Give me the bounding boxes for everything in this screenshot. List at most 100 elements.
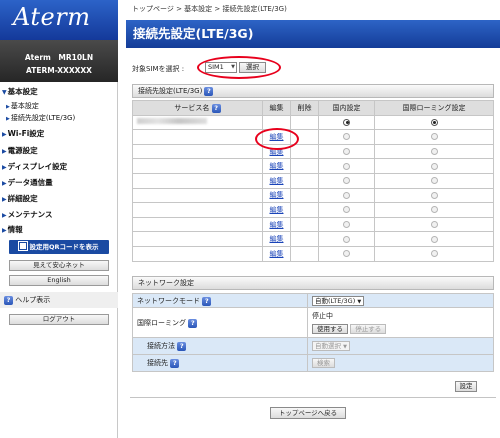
domestic-radio[interactable] — [343, 191, 350, 199]
domestic-radio[interactable] — [343, 206, 350, 214]
connection-method-label: 接続方法 ? — [132, 337, 308, 355]
show-qr-button[interactable]: 設定用QRコードを表示 — [9, 240, 109, 254]
edit-cell: 編集 — [262, 216, 291, 233]
delete-cell — [290, 172, 319, 189]
submenu-basic-settings[interactable]: ▶基本設定 — [6, 101, 39, 111]
table-row: 編集 — [132, 216, 494, 233]
col-delete: 削除 — [290, 100, 319, 116]
roaming-radio[interactable] — [430, 148, 438, 156]
roaming-radio[interactable] — [430, 118, 438, 126]
help-icon[interactable]: ? — [170, 359, 180, 368]
menu-advanced-settings[interactable]: ▶詳細設定 — [0, 193, 118, 205]
service-name-cell — [132, 172, 263, 189]
roaming-use-button[interactable]: 使用する — [312, 324, 348, 334]
menu-power-settings[interactable]: ▶電源設定 — [0, 145, 118, 157]
edit-link[interactable]: 編集 — [270, 162, 284, 170]
network-mode-select[interactable]: 自動(LTE/3G) ▼ — [312, 295, 365, 306]
menu-data-usage[interactable]: ▶データ通信量 — [0, 177, 118, 189]
edit-link[interactable]: 編集 — [270, 191, 284, 199]
english-button[interactable]: English — [9, 275, 109, 286]
model-info: Aterm MR10LN ATERM-XXXXXX — [0, 40, 118, 82]
mieru-anshin-net-button[interactable]: 見えて安心ネット — [9, 260, 109, 271]
edit-cell: 編集 — [262, 172, 291, 189]
domestic-radio-cell — [318, 158, 375, 174]
roaming-radio[interactable] — [430, 162, 438, 170]
menu-info[interactable]: ▶情報 — [0, 224, 118, 236]
table-row: 編集 — [132, 172, 494, 189]
service-name-cell — [132, 143, 263, 160]
menu-basic-settings[interactable]: ▼基本設定 — [0, 86, 118, 98]
breadcrumb: トップページ > 基本設定 > 接続先設定(LTE/3G) — [132, 5, 287, 13]
connection-method-select[interactable]: 自動選択 ▼ — [312, 341, 350, 351]
sidebar: Aterm Aterm MR10LN ATERM-XXXXXX ▼基本設定 ▶基… — [0, 0, 118, 438]
destination-cell: 検索 — [307, 354, 494, 372]
domestic-radio[interactable] — [343, 221, 350, 229]
roaming-radio[interactable] — [430, 221, 438, 229]
table-row: 編集 — [132, 245, 494, 262]
roaming-radio[interactable] — [430, 235, 438, 243]
submenu-apn-settings[interactable]: ▶接続先設定(LTE/3G) — [6, 113, 75, 123]
service-name-cell — [132, 114, 263, 131]
roaming-radio[interactable] — [430, 206, 438, 214]
model-name: Aterm MR10LN — [24, 53, 94, 62]
edit-link[interactable]: 編集 — [270, 250, 284, 258]
edit-link[interactable]: 編集 — [270, 221, 284, 229]
domestic-radio[interactable] — [343, 177, 350, 185]
roaming-label: 国際ローミング ? — [132, 307, 308, 338]
col-service-name: サービス名 ? — [132, 100, 263, 116]
domestic-radio-cell — [318, 231, 375, 247]
roaming-radio[interactable] — [430, 250, 438, 258]
help-icon[interactable]: ? — [177, 342, 187, 351]
edit-link[interactable]: 編集 — [270, 206, 284, 214]
sim-select-label: 対象SIMを選択 : — [132, 65, 185, 73]
domestic-radio-cell — [318, 143, 375, 160]
device-id: ATERM-XXXXXX — [26, 66, 92, 75]
roaming-radio[interactable] — [430, 133, 438, 141]
logout-button[interactable]: ログアウト — [9, 314, 109, 325]
domestic-radio[interactable] — [343, 162, 350, 170]
help-icon[interactable]: ? — [211, 103, 221, 113]
menu-display-settings[interactable]: ▶ディスプレイ設定 — [0, 161, 118, 173]
domestic-radio[interactable] — [343, 250, 350, 258]
roaming-cell: 停止中 使用する 停止する — [307, 307, 494, 338]
roaming-radio[interactable] — [430, 177, 438, 185]
table-row: ネットワークモード ? 自動(LTE/3G) ▼ — [132, 293, 494, 308]
domestic-radio[interactable] — [343, 148, 350, 156]
domestic-radio[interactable] — [343, 133, 350, 141]
roaming-stop-button[interactable]: 停止する — [350, 324, 387, 334]
roaming-radio-cell — [374, 216, 494, 233]
roaming-radio[interactable] — [430, 191, 438, 199]
roaming-radio-cell — [374, 231, 494, 247]
apn-table-header-row: サービス名 ? 編集 削除 国内設定 国際ローミング設定 — [132, 100, 494, 116]
menu-arrow-icon: ▶ — [2, 180, 7, 187]
help-icon[interactable]: ? — [188, 318, 198, 328]
back-to-top-button[interactable]: トップページへ戻る — [270, 407, 346, 419]
network-mode-cell: 自動(LTE/3G) ▼ — [307, 293, 494, 308]
apn-table: サービス名 ? 編集 削除 国内設定 国際ローミング設定 編集 編集 編集 編集 編集編… — [132, 100, 494, 262]
service-name-cell — [132, 129, 263, 145]
edit-cell: 編集 — [262, 245, 291, 262]
roaming-status: 停止中 — [312, 312, 333, 320]
help-toggle[interactable]: ? ヘルプ表示 — [0, 292, 118, 308]
menu-arrow-icon: ▶ — [2, 196, 7, 203]
domestic-radio[interactable] — [343, 118, 350, 126]
service-name-cell — [132, 187, 263, 204]
save-button[interactable]: 設定 — [455, 381, 477, 392]
domestic-radio-cell — [318, 202, 375, 218]
edit-link[interactable]: 編集 — [270, 235, 284, 243]
help-icon[interactable]: ? — [202, 296, 212, 306]
submenu-arrow-icon: ▶ — [6, 116, 10, 122]
logo-bar: Aterm — [0, 0, 118, 40]
menu-arrow-icon: ▼ — [2, 89, 7, 96]
table-row: 接続先 ? 検索 — [132, 354, 494, 372]
help-icon[interactable]: ? — [204, 87, 214, 96]
service-name-cell — [132, 245, 263, 262]
menu-wifi-settings[interactable]: ▶Wi-Fi設定 — [0, 128, 118, 140]
domestic-radio-cell — [318, 172, 375, 189]
search-button[interactable]: 検索 — [312, 358, 335, 368]
edit-cell: 編集 — [262, 158, 291, 174]
menu-arrow-icon: ▶ — [2, 131, 7, 138]
domestic-radio[interactable] — [343, 235, 350, 243]
menu-maintenance[interactable]: ▶メンテナンス — [0, 209, 118, 221]
edit-link[interactable]: 編集 — [270, 177, 284, 185]
